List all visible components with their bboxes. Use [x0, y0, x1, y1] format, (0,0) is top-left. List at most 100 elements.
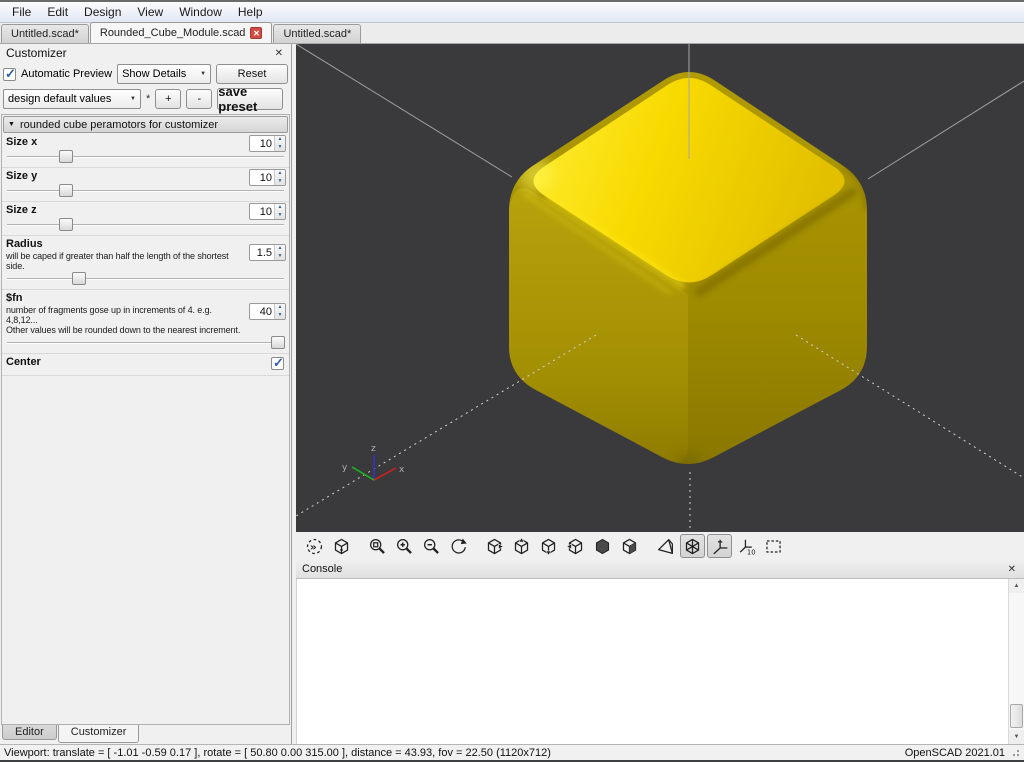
close-console-icon[interactable]: ✕ — [1006, 564, 1018, 575]
resize-grip[interactable] — [1011, 748, 1020, 757]
customizer-title: Customizer — [6, 46, 273, 60]
view-bottom-icon — [539, 537, 558, 556]
render-icon — [332, 537, 351, 556]
view-bottom-button[interactable] — [536, 534, 561, 558]
spin-down-icon[interactable]: ▼ — [275, 253, 285, 261]
add-preset-button[interactable]: + — [155, 89, 181, 109]
panel-bottom-tabs: Editor Customizer — [0, 725, 291, 744]
fn-spinbox[interactable]: 40 ▲ ▼ — [249, 303, 286, 320]
orthogonal-view-icon — [764, 537, 783, 556]
zoom-out-button[interactable] — [419, 534, 444, 558]
render-button[interactable] — [329, 534, 354, 558]
show-scale-markers-button[interactable]: 10 — [734, 534, 759, 558]
remove-preset-button[interactable]: - — [186, 89, 212, 109]
close-panel-icon[interactable]: ✕ — [273, 48, 285, 59]
view-top-icon — [512, 537, 531, 556]
preset-dropdown[interactable]: design default values ▼ — [3, 89, 141, 109]
parameter-group-header[interactable]: ▼ rounded cube peramotors for customizer — [3, 116, 288, 133]
details-dropdown[interactable]: Show Details ▼ — [117, 64, 211, 84]
spin-up-icon[interactable]: ▲ — [275, 245, 285, 253]
menu-edit[interactable]: Edit — [39, 3, 76, 21]
tab-editor[interactable]: Editor — [2, 725, 57, 740]
tab-untitled-2[interactable]: Untitled.scad* — [273, 24, 361, 43]
orthogonal-view-button[interactable] — [761, 534, 786, 558]
menu-design[interactable]: Design — [76, 3, 129, 21]
tab-close-icon[interactable]: ✕ — [250, 27, 262, 39]
radius-slider[interactable] — [6, 272, 285, 286]
scroll-down-icon[interactable]: ▼ — [1009, 730, 1024, 744]
view-back-button[interactable] — [617, 534, 642, 558]
tab-label: Untitled.scad* — [283, 28, 351, 40]
parameters-empty-space — [2, 376, 289, 724]
center-checkbox[interactable] — [271, 357, 284, 370]
save-preset-button[interactable]: save preset — [217, 88, 283, 110]
scrollbar-thumb[interactable] — [1010, 704, 1023, 728]
param-size-z: Size z 10 ▲ ▼ — [2, 202, 289, 236]
spin-up-icon[interactable]: ▲ — [275, 170, 285, 178]
menubar: File Edit Design View Window Help — [0, 2, 1024, 23]
tab-label: Rounded_Cube_Module.scad — [100, 27, 246, 39]
size-z-slider[interactable] — [6, 218, 285, 232]
fn-slider[interactable] — [6, 336, 285, 350]
zoom-in-button[interactable] — [392, 534, 417, 558]
spin-down-icon[interactable]: ▼ — [275, 312, 285, 320]
view-right-icon — [485, 537, 504, 556]
view-top-button[interactable] — [509, 534, 534, 558]
statusbar: Viewport: translate = [ -1.01 -0.59 0.17… — [0, 744, 1024, 760]
right-column: z x y » 10 Console ✕ ▲ ▼ — [296, 44, 1024, 744]
rounded-cube-model — [509, 72, 867, 477]
automatic-preview-checkbox[interactable] — [3, 68, 16, 81]
menu-window[interactable]: Window — [171, 3, 230, 21]
menu-file[interactable]: File — [4, 3, 39, 21]
viewport-canvas: z x y — [296, 44, 1024, 532]
radius-spinbox[interactable]: 1.5 ▲ ▼ — [249, 244, 286, 261]
viewport-status-text: Viewport: translate = [ -1.01 -0.59 0.17… — [4, 747, 905, 759]
size-x-slider[interactable] — [6, 150, 285, 164]
console-scrollbar[interactable]: ▲ ▼ — [1008, 579, 1024, 744]
spin-up-icon[interactable]: ▲ — [275, 136, 285, 144]
axis-x-label: x — [399, 465, 405, 475]
slider-handle[interactable] — [59, 184, 73, 197]
customizer-titlebar: Customizer ✕ — [0, 44, 291, 62]
view-right-button[interactable] — [482, 534, 507, 558]
view-left-button[interactable] — [563, 534, 588, 558]
param-label: Size z — [6, 204, 285, 217]
menu-help[interactable]: Help — [230, 3, 271, 21]
preview-button[interactable]: » — [302, 534, 327, 558]
view-front-icon — [593, 537, 612, 556]
size-y-slider[interactable] — [6, 184, 285, 198]
show-crosshairs-button[interactable] — [680, 534, 705, 558]
param-description: will be caped if greater than half the l… — [6, 251, 285, 271]
show-wireframe-button[interactable] — [653, 534, 678, 558]
parameters-scrollarea: ▼ rounded cube peramotors for customizer… — [1, 114, 290, 725]
show-axes-button[interactable] — [707, 534, 732, 558]
spin-up-icon[interactable]: ▲ — [275, 204, 285, 212]
param-label: Size x — [6, 136, 285, 149]
customizer-panel: Customizer ✕ Automatic Preview Show Deta… — [0, 44, 292, 744]
slider-handle[interactable] — [59, 150, 73, 163]
slider-handle[interactable] — [72, 272, 86, 285]
slider-handle[interactable] — [271, 336, 285, 349]
tab-untitled-1[interactable]: Untitled.scad* — [1, 24, 89, 43]
3d-viewport[interactable]: z x y — [296, 44, 1024, 532]
console-output[interactable]: ▲ ▼ — [296, 579, 1024, 744]
console-header: Console ✕ — [296, 560, 1024, 579]
zoom-all-icon — [368, 537, 387, 556]
chevron-down-icon: ▼ — [196, 71, 206, 77]
zoom-all-button[interactable] — [365, 534, 390, 558]
menu-view[interactable]: View — [129, 3, 171, 21]
scroll-up-icon[interactable]: ▲ — [1009, 579, 1024, 593]
tab-customizer[interactable]: Customizer — [58, 725, 140, 743]
svg-text:»: » — [310, 541, 317, 553]
view-front-button[interactable] — [590, 534, 615, 558]
param-description-2: Other values will be rounded down to the… — [6, 325, 285, 335]
collapse-triangle-icon: ▼ — [8, 121, 15, 128]
param-label: $fn — [6, 292, 285, 305]
tab-rounded-cube-module[interactable]: Rounded_Cube_Module.scad ✕ — [90, 22, 273, 43]
reset-view-button[interactable] — [446, 534, 471, 558]
axis-indicator: z x y — [342, 444, 405, 480]
chevron-down-icon: ▼ — [126, 96, 136, 102]
reset-button[interactable]: Reset — [216, 64, 288, 84]
spin-up-icon[interactable]: ▲ — [275, 304, 285, 312]
slider-handle[interactable] — [59, 218, 73, 231]
